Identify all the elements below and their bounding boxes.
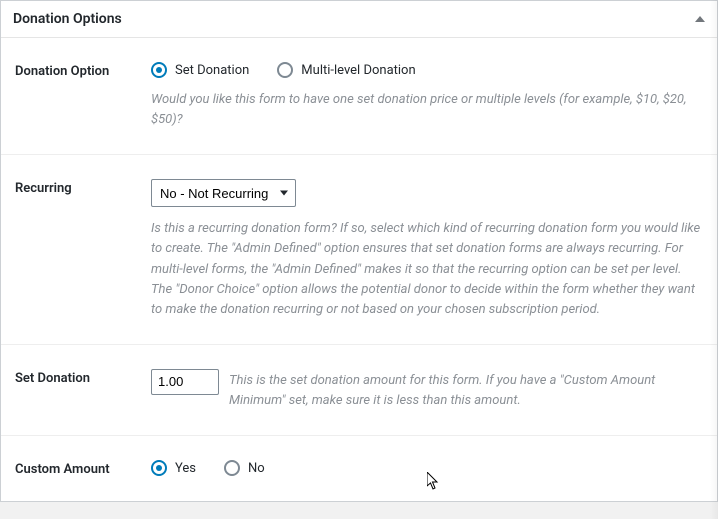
- field-custom-amount: Custom Amount Yes No: [1, 436, 717, 501]
- radio-label-set-donation: Set Donation: [175, 63, 249, 78]
- radio-icon: [224, 460, 240, 476]
- field-recurring: Recurring No - Not Recurring Is this a r…: [1, 155, 717, 345]
- panel-body: Donation Option Set Donation Multi-level…: [1, 38, 717, 501]
- field-donation-option: Donation Option Set Donation Multi-level…: [1, 38, 717, 155]
- donation-options-panel: Donation Options Donation Option Set Don…: [0, 0, 718, 502]
- panel-title: Donation Options: [13, 11, 122, 27]
- radio-label-multilevel-donation: Multi-level Donation: [301, 63, 415, 78]
- field-label-donation-option: Donation Option: [15, 62, 151, 130]
- radio-group-donation-option: Set Donation Multi-level Donation: [151, 62, 703, 78]
- radio-group-custom-amount: Yes No: [151, 460, 703, 476]
- radio-label-yes: Yes: [175, 461, 196, 476]
- help-text-donation-option: Would you like this form to have one set…: [151, 90, 703, 130]
- radio-custom-amount-no[interactable]: No: [224, 460, 265, 476]
- field-label-set-donation: Set Donation: [15, 369, 151, 411]
- help-text-recurring: Is this a recurring donation form? If so…: [151, 219, 703, 320]
- collapse-up-icon[interactable]: [695, 16, 705, 22]
- field-set-donation: Set Donation This is the set donation am…: [1, 345, 717, 436]
- radio-icon: [151, 62, 167, 78]
- radio-custom-amount-yes[interactable]: Yes: [151, 460, 196, 476]
- radio-icon: [151, 460, 167, 476]
- radio-icon: [277, 62, 293, 78]
- field-label-custom-amount: Custom Amount: [15, 460, 151, 477]
- select-recurring[interactable]: No - Not Recurring: [151, 179, 296, 207]
- help-text-set-donation: This is the set donation amount for this…: [229, 369, 703, 411]
- radio-multilevel-donation[interactable]: Multi-level Donation: [277, 62, 415, 78]
- field-label-recurring: Recurring: [15, 179, 151, 320]
- input-set-donation-amount[interactable]: [151, 369, 219, 395]
- radio-label-no: No: [248, 461, 265, 476]
- radio-set-donation[interactable]: Set Donation: [151, 62, 249, 78]
- panel-header: Donation Options: [1, 1, 717, 38]
